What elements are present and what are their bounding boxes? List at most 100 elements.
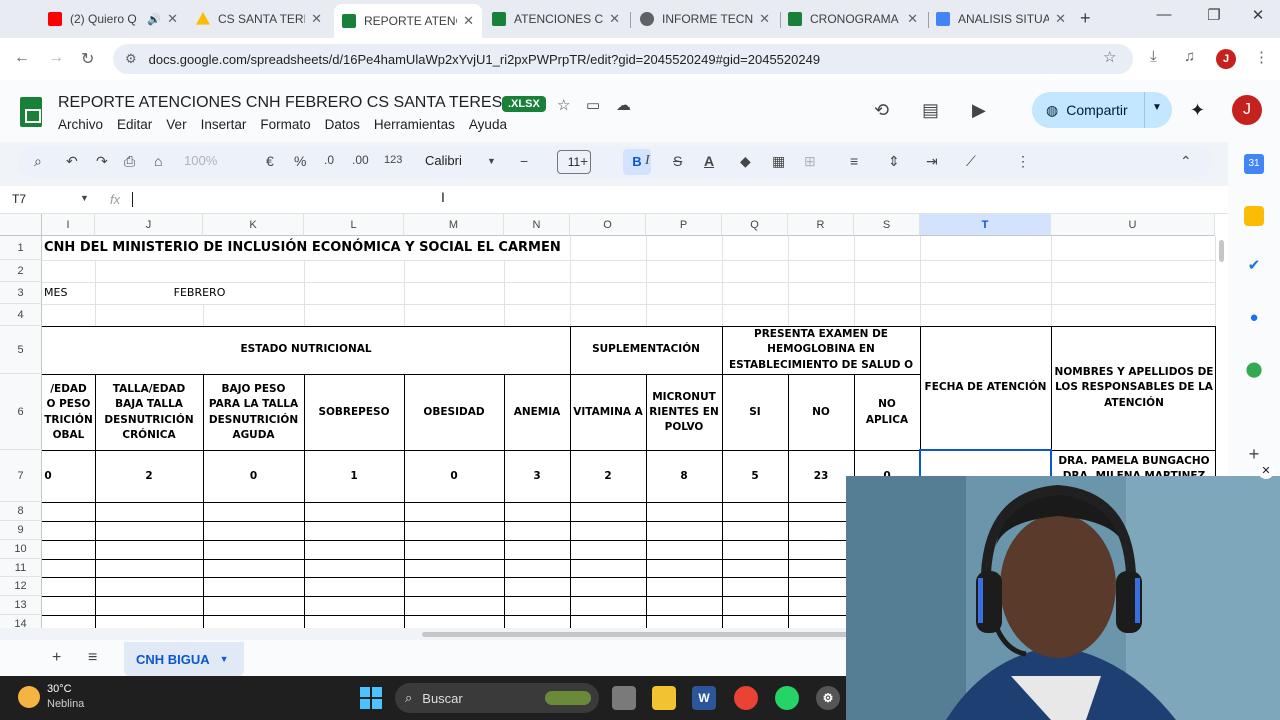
star-icon[interactable]: ☆ — [557, 96, 570, 114]
redo-icon[interactable]: ↷ — [96, 153, 108, 170]
history-icon[interactable]: ⟲ — [874, 100, 889, 121]
browser-tab[interactable]: INFORME TECN ✕ — [632, 6, 778, 32]
text-rotation-icon[interactable]: ⟋ — [966, 153, 976, 170]
all-sheets-button[interactable]: ≡ — [88, 649, 97, 667]
bookmark-star-icon[interactable]: ☆ — [1103, 48, 1116, 66]
menu-icon[interactable]: ⋮ — [1254, 48, 1269, 66]
windows-start-icon[interactable] — [360, 687, 382, 709]
fill-color-icon[interactable]: ◆ — [740, 153, 751, 170]
add-sheet-button[interactable]: + — [52, 649, 61, 667]
data-cell[interactable]: 5 — [722, 451, 788, 502]
decrease-font-size-icon[interactable]: − — [520, 153, 528, 169]
column-header[interactable]: U — [1051, 214, 1215, 236]
weather-icon[interactable] — [18, 686, 40, 708]
data-cell[interactable]: 2 — [570, 451, 646, 502]
subheader-cell[interactable]: NO APLICA — [856, 375, 918, 450]
browser-tab[interactable]: CS SANTA TERES ✕ — [188, 6, 330, 32]
browser-profile-avatar[interactable]: J — [1216, 49, 1236, 69]
row-header[interactable]: 12 — [0, 577, 42, 596]
comments-icon[interactable]: ▤ — [922, 100, 939, 121]
back-icon[interactable]: ← — [14, 49, 30, 67]
data-cell[interactable]: 8 — [646, 451, 722, 502]
chrome-icon[interactable] — [734, 686, 758, 710]
menu-ver[interactable]: Ver — [166, 117, 186, 132]
chevron-down-icon[interactable]: ▼ — [80, 193, 89, 203]
browser-tab[interactable]: (2) Quiero Q 🔊 ✕ — [40, 6, 186, 32]
borders-icon[interactable]: ▦ — [772, 153, 785, 170]
row-header[interactable]: 10 — [0, 540, 42, 559]
menu-formato[interactable]: Formato — [260, 117, 310, 132]
italic-button[interactable]: I — [645, 153, 650, 169]
forward-icon[interactable]: → — [48, 49, 64, 67]
browser-tab[interactable]: ATENCIONES CN ✕ — [484, 6, 628, 32]
row-header[interactable]: 5 — [0, 326, 42, 374]
text-color-button[interactable]: A — [704, 153, 714, 169]
sheets-logo-icon[interactable] — [20, 97, 42, 127]
select-all-corner[interactable] — [0, 214, 42, 236]
mes-value[interactable]: FEBRERO — [95, 282, 304, 304]
taskbar-search[interactable]: ⌕ Buscar — [395, 683, 599, 713]
close-icon[interactable]: ✕ — [463, 13, 474, 29]
collapse-toolbar-icon[interactable]: ⌃ — [1180, 153, 1192, 170]
sheet-tab-active[interactable]: CNH BIGUA ▼ — [124, 642, 244, 676]
site-info-icon[interactable]: ⚙ — [125, 51, 137, 67]
subheader-cell[interactable]: SOBREPESO — [304, 375, 404, 450]
subheader-cell[interactable]: MICRONUT RIENTES EN POLVO — [649, 375, 719, 450]
column-header[interactable]: Q — [722, 214, 788, 236]
column-header[interactable]: M — [404, 214, 504, 236]
minimize-icon[interactable]: — — [1144, 6, 1184, 23]
search-menus-icon[interactable]: ⌕ — [34, 153, 42, 170]
chevron-down-icon[interactable]: ▼ — [220, 654, 229, 664]
row-header[interactable]: 14 — [0, 615, 42, 628]
speaker-icon[interactable]: 🔊 — [147, 13, 161, 26]
browser-tab[interactable]: CRONOGRAMA ✕ — [780, 6, 926, 32]
row-header[interactable]: 4 — [0, 304, 42, 326]
subheader-cell[interactable]: VITAMINA A — [573, 375, 643, 450]
sheet-title[interactable]: CNH DEL MINISTERIO DE INCLUSIÓN ECONÓMIC… — [44, 236, 914, 260]
mes-label[interactable]: MES — [44, 282, 94, 304]
whatsapp-icon[interactable] — [775, 686, 799, 710]
merge-cells-icon[interactable]: ⊞ — [804, 153, 816, 170]
undo-icon[interactable]: ↶ — [66, 153, 78, 170]
share-button[interactable]: ◍ Compartir ▼ — [1032, 92, 1172, 128]
column-header[interactable]: N — [504, 214, 570, 236]
row-header[interactable]: 6 — [0, 374, 42, 450]
vertical-align-icon[interactable]: ⇕ — [888, 153, 900, 170]
subheader-cell[interactable]: BAJO PESO PARA LA TALLA DESNUTRICIÓN AGU… — [206, 375, 301, 450]
data-cell[interactable]: 23 — [788, 451, 854, 502]
subheader-cell[interactable]: SI — [722, 375, 788, 450]
account-avatar[interactable]: J — [1232, 95, 1262, 125]
zoom-select[interactable]: 100% — [184, 153, 217, 168]
paint-format-icon[interactable]: ⌂ — [154, 153, 162, 169]
menu-ayuda[interactable]: Ayuda — [469, 117, 507, 132]
reload-icon[interactable]: ↻ — [81, 49, 94, 69]
close-icon[interactable]: ✕ — [907, 11, 918, 27]
horizontal-scrollbar[interactable] — [422, 632, 852, 637]
vertical-scrollbar[interactable] — [1219, 240, 1224, 262]
header-fecha-atencion[interactable]: FECHA DE ATENCIÓN — [920, 326, 1051, 450]
browser-tab[interactable]: ANALISIS SITUA ✕ — [928, 6, 1074, 32]
header-hemoglobina[interactable]: PRESENTA EXAMEN DE HEMOGLOBINA EN ESTABL… — [726, 326, 916, 374]
text-wrap-icon[interactable]: ⇥ — [926, 153, 938, 170]
data-cell[interactable]: 0 — [203, 451, 304, 502]
tasks-icon[interactable]: ✔ — [1244, 256, 1264, 276]
move-folder-icon[interactable]: ▭ — [586, 96, 600, 114]
subheader-cell[interactable]: TALLA/EDAD BAJA TALLA DESNUTRICIÓN CRÓNI… — [98, 375, 200, 450]
calendar-icon[interactable]: 31 — [1244, 154, 1264, 174]
name-box[interactable]: T7 — [12, 192, 26, 206]
number-format-button[interactable]: 123 — [384, 154, 402, 166]
increase-font-size-icon[interactable]: + — [580, 153, 588, 169]
column-header[interactable]: K — [203, 214, 304, 236]
menu-editar[interactable]: Editar — [117, 117, 152, 132]
contacts-icon[interactable]: ● — [1244, 308, 1264, 328]
new-tab-button[interactable]: + — [1080, 8, 1091, 29]
row-header[interactable]: 11 — [0, 559, 42, 577]
row-header[interactable]: 1 — [0, 236, 42, 260]
column-header[interactable]: O — [570, 214, 646, 236]
close-icon[interactable]: ✕ — [759, 11, 770, 27]
download-icon[interactable]: ⤓ — [1150, 48, 1157, 65]
currency-format-button[interactable]: € — [266, 153, 274, 169]
data-cell[interactable]: 3 — [504, 451, 570, 502]
document-title[interactable]: REPORTE ATENCIONES CNH FEBRERO CS SANTA … — [58, 94, 513, 112]
header-suplementacion[interactable]: SUPLEMENTACIÓN — [570, 326, 722, 374]
